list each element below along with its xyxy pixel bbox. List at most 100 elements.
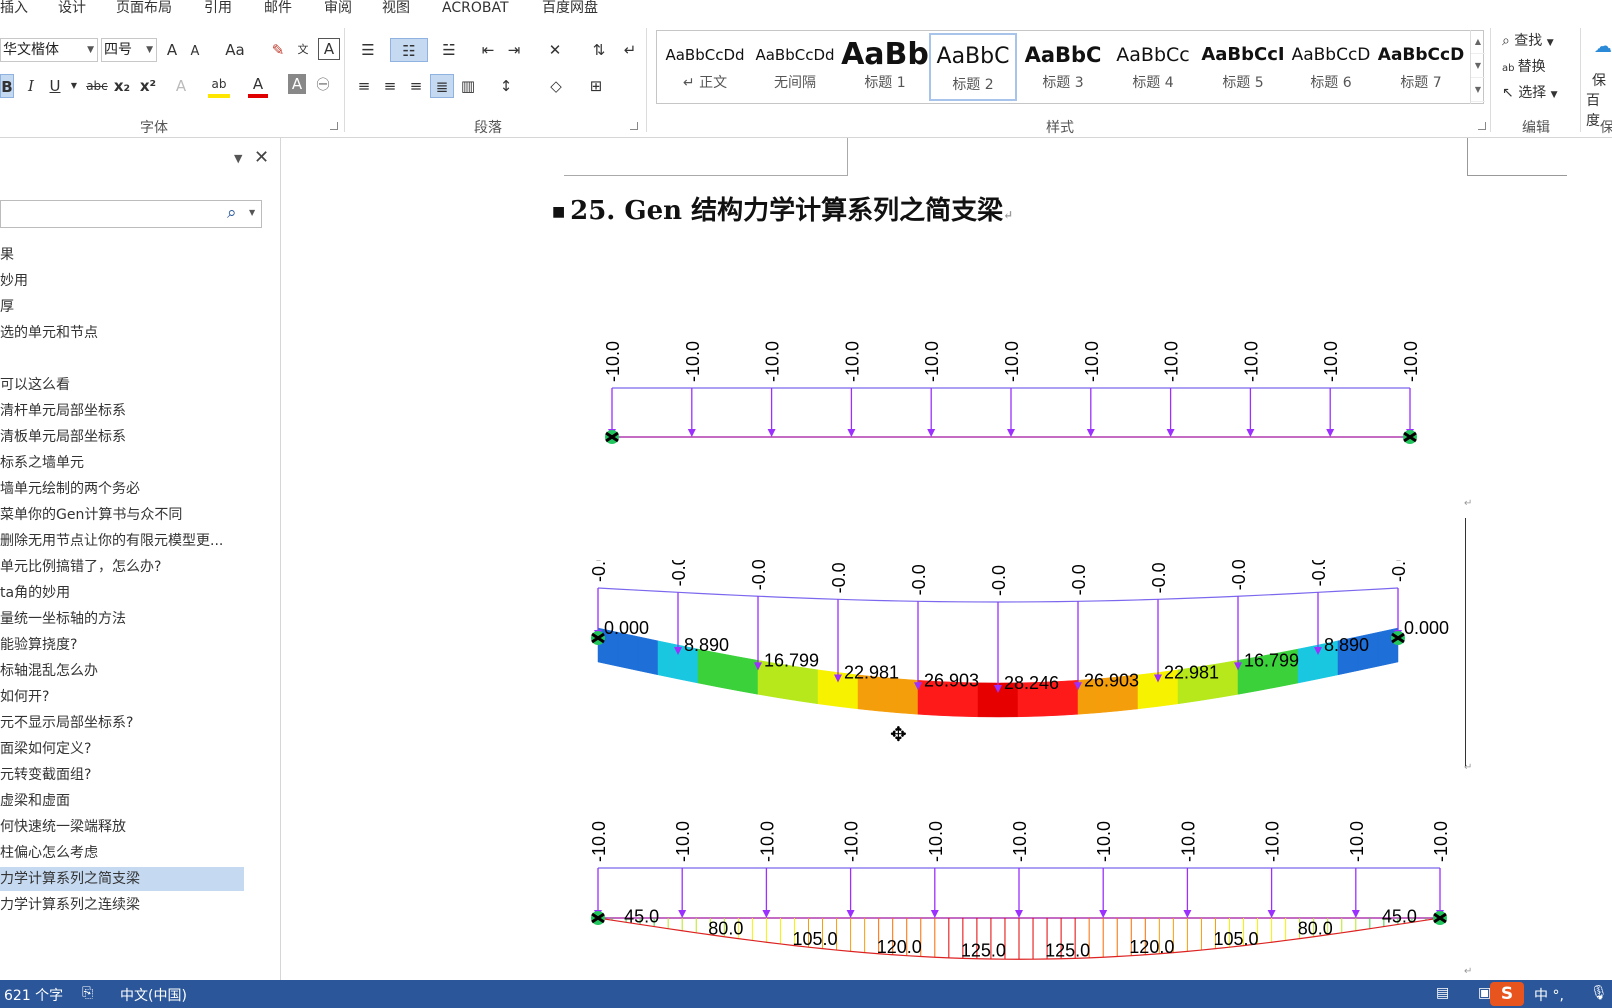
font-name-combo[interactable]: 华文楷体 ▼ (0, 38, 98, 62)
strikethrough-button[interactable]: abc (84, 74, 110, 98)
nav-heading-item[interactable]: 厚 (0, 295, 244, 319)
language-indicator[interactable]: 中文(中国) (120, 985, 187, 1005)
font-color-button[interactable]: A (248, 72, 268, 98)
font-size-combo[interactable]: 四号 ▼ (101, 38, 157, 62)
tab-baidu-netdisk[interactable]: 百度网盘 (542, 0, 598, 16)
align-right-icon[interactable]: ≡ (406, 74, 426, 98)
word-count[interactable]: 621 个字 (4, 985, 63, 1005)
pane-options-icon[interactable]: ▼ (234, 152, 242, 165)
nav-heading-item[interactable] (0, 347, 244, 371)
sort-icon[interactable]: ⇅ (588, 38, 610, 62)
borders-icon[interactable]: ⊞ (580, 74, 612, 98)
line-spacing-icon[interactable]: ↕ (490, 74, 522, 98)
show-marks-icon[interactable]: ↵ (620, 38, 640, 62)
tab-layout[interactable]: 页面布局 (116, 0, 172, 16)
style-heading-3[interactable]: AaBbC 标题 3 (1019, 33, 1107, 101)
enclose-char-icon[interactable]: ㊀ (312, 74, 334, 98)
superscript-button[interactable]: x² (138, 74, 158, 98)
nav-heading-item[interactable]: 清板单元局部坐标系 (0, 425, 244, 449)
shrink-font-button[interactable]: A (186, 40, 204, 64)
microphone-icon[interactable]: 🎙 (1590, 985, 1608, 1001)
chevron-down-icon[interactable]: ▼ (249, 208, 255, 217)
multilevel-list-icon[interactable]: ☱ (434, 38, 464, 62)
nav-heading-item[interactable]: 清杆单元局部坐标系 (0, 399, 244, 423)
align-center-icon[interactable]: ≡ (380, 74, 400, 98)
nav-heading-item[interactable]: 妙用 (0, 269, 244, 293)
close-icon[interactable]: ✕ (254, 147, 269, 168)
nav-heading-item[interactable]: 何快速统一梁端释放 (0, 815, 244, 839)
tab-acrobat[interactable]: ACROBAT (442, 0, 509, 16)
clear-format-icon[interactable]: ✎ (268, 38, 288, 62)
chevron-down-icon[interactable]: ▼ (68, 74, 80, 98)
nav-search-input[interactable]: ⌕ ▼ (0, 200, 262, 228)
search-icon[interactable]: ⌕ (227, 203, 237, 223)
bold-button[interactable]: B (0, 74, 14, 98)
cloud-save-icon[interactable]: ☁ (1594, 36, 1612, 57)
paragraph-dialog-launcher[interactable] (630, 122, 638, 130)
tab-references[interactable]: 引用 (204, 0, 232, 16)
document-heading[interactable]: ■ 25. Gen 结构力学计算系列之简支梁↵ (552, 190, 1013, 227)
styles-gallery-scroll[interactable]: ▲ ▼ ▼ (1470, 30, 1485, 104)
nav-heading-item[interactable]: 如何开? (0, 685, 244, 709)
change-case-button[interactable]: Aa (218, 38, 252, 62)
distribute-icon[interactable]: ▥ (458, 74, 478, 98)
char-shading-icon[interactable]: A (288, 74, 306, 94)
replace-button[interactable]: ab 替换 (1502, 56, 1546, 76)
nav-heading-item[interactable]: 选的单元和节点 (0, 321, 244, 345)
phonetic-guide-icon[interactable]: 文 (292, 38, 314, 62)
decrease-indent-icon[interactable]: ⇤ (478, 38, 498, 62)
read-mode-icon[interactable]: ▤ (1436, 985, 1449, 1001)
nav-heading-item[interactable]: ta角的妙用 (0, 581, 244, 605)
underline-button[interactable]: U (46, 74, 64, 98)
style-heading-2[interactable]: AaBbC 标题 2 (929, 33, 1017, 101)
tab-insert[interactable]: 插入 (0, 0, 28, 16)
more-styles-icon[interactable]: ▼ (1471, 78, 1485, 102)
nav-heading-item[interactable]: 柱偏心怎么考虑 (0, 841, 244, 865)
align-left-icon[interactable]: ≡ (354, 74, 374, 98)
bullets-icon[interactable]: ☰ (354, 38, 382, 62)
sogou-ime-icon[interactable]: S (1490, 982, 1524, 1006)
scroll-down-icon[interactable]: ▼ (1471, 54, 1485, 78)
tab-design[interactable]: 设计 (58, 0, 86, 16)
nav-heading-item[interactable]: 果 (0, 243, 244, 267)
save-baidu-label[interactable]: 保 (1592, 70, 1606, 90)
tab-mailings[interactable]: 邮件 (264, 0, 292, 16)
proofing-icon[interactable]: ⎘ (82, 985, 93, 1001)
nav-heading-item[interactable]: 标轴混乱怎么办 (0, 659, 244, 683)
chinese-layout-icon[interactable]: ✕ (540, 38, 570, 62)
style-no-spacing[interactable]: AaBbCcDd 无间隔 (751, 33, 839, 101)
nav-heading-item[interactable]: 墙单元绘制的两个务必 (0, 477, 244, 501)
find-button[interactable]: ⌕ 查找 ▼ (1502, 30, 1554, 50)
nav-heading-item[interactable]: 元不显示局部坐标系? (0, 711, 244, 735)
numbering-icon[interactable]: ☷ (390, 38, 428, 62)
styles-dialog-launcher[interactable] (1478, 122, 1486, 130)
tab-view[interactable]: 视图 (382, 0, 410, 16)
nav-heading-item[interactable]: 虚梁和虚面 (0, 789, 244, 813)
nav-heading-item[interactable]: 面梁如何定义? (0, 737, 244, 761)
nav-heading-item[interactable]: 删除无用节点让你的有限元模型更... (0, 529, 244, 553)
nav-heading-item[interactable]: 力学计算系列之简支梁 (0, 867, 244, 891)
grow-font-button[interactable]: A (162, 38, 182, 62)
nav-heading-item[interactable]: 可以这么看 (0, 373, 244, 397)
subscript-button[interactable]: x₂ (112, 74, 132, 98)
nav-heading-item[interactable]: 力学计算系列之连续梁 (0, 893, 244, 917)
increase-indent-icon[interactable]: ⇥ (504, 38, 524, 62)
text-effects-icon[interactable]: A (172, 74, 190, 98)
style-heading-7[interactable]: AaBbCcD 标题 7 (1377, 33, 1465, 101)
nav-heading-item[interactable]: 元转变截面组? (0, 763, 244, 787)
nav-heading-item[interactable]: 能验算挠度? (0, 633, 244, 657)
scroll-up-icon[interactable]: ▲ (1471, 30, 1485, 54)
shading-icon[interactable]: ◇ (540, 74, 572, 98)
select-button[interactable]: ↖ 选择 ▼ (1502, 82, 1558, 102)
style-heading-1[interactable]: AaBb 标题 1 (841, 33, 929, 101)
style-heading-6[interactable]: AaBbCcD 标题 6 (1287, 33, 1375, 101)
justify-icon[interactable]: ≣ (430, 74, 454, 98)
nav-heading-item[interactable]: 菜单你的Gen计算书与众不同 (0, 503, 244, 527)
highlight-button[interactable]: ab (208, 72, 230, 98)
nav-heading-item[interactable]: 单元比例搞错了，怎么办? (0, 555, 244, 579)
style-normal[interactable]: AaBbCcDd ↵ 正文 (661, 33, 749, 101)
nav-heading-item[interactable]: 量统一坐标轴的方法 (0, 607, 244, 631)
italic-button[interactable]: I (22, 74, 40, 98)
nav-heading-item[interactable]: 标系之墙单元 (0, 451, 244, 475)
char-border-icon[interactable]: A (318, 38, 340, 60)
